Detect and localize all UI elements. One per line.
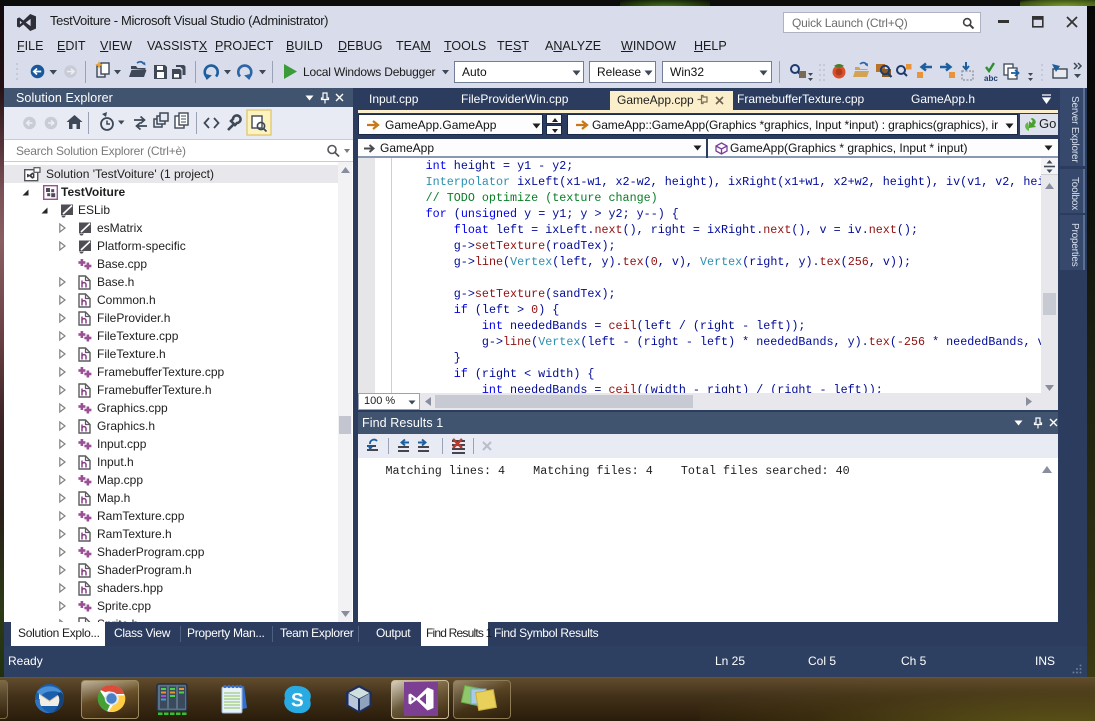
svg-text:abc: abc [984, 74, 998, 83]
svg-text:S: S [291, 691, 304, 712]
